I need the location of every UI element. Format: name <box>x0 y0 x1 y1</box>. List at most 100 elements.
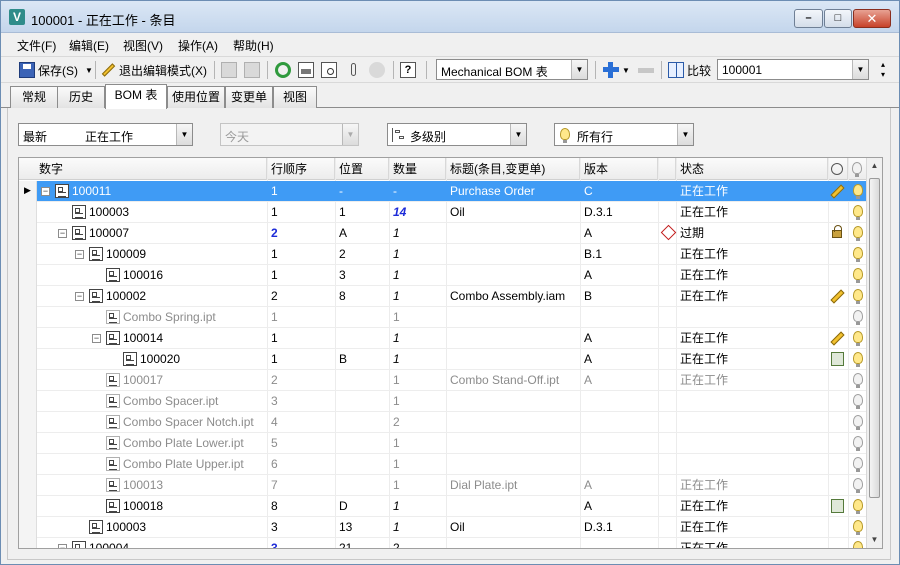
tab-where-used[interactable]: 使用位置 <box>167 86 225 108</box>
bulb-icon[interactable] <box>853 226 863 241</box>
menu-actions[interactable]: 操作(A) <box>178 37 218 54</box>
table-row[interactable]: − 100014 1 1 A 正在工作 <box>19 328 867 349</box>
row-header[interactable] <box>19 265 37 286</box>
collapse-toggle[interactable]: − <box>41 187 50 196</box>
bulb-icon[interactable] <box>853 373 863 388</box>
row-header[interactable] <box>19 328 37 349</box>
collapse-toggle[interactable]: − <box>75 250 84 259</box>
collapse-toggle[interactable]: − <box>92 334 101 343</box>
row-header[interactable] <box>19 307 37 328</box>
table-row[interactable]: − 100002 2 8 1 Combo Assembly.iam B 正在工作 <box>19 286 867 307</box>
table-row[interactable]: 100018 8 D 1 A 正在工作 <box>19 496 867 517</box>
row-header[interactable] <box>19 412 37 433</box>
row-header[interactable] <box>19 286 37 307</box>
row-header[interactable] <box>19 391 37 412</box>
table-row[interactable]: 100013 7 1 Dial Plate.ipt A 正在工作 <box>19 475 867 496</box>
minimize-button[interactable]: – <box>794 9 823 28</box>
table-row[interactable]: ▶ − 100011 1 - - Purchase Order C 正在工作 <box>19 181 867 202</box>
bulb-icon[interactable] <box>853 247 863 262</box>
attach-icon[interactable] <box>346 62 362 78</box>
tab-change-orders[interactable]: 变更单 <box>225 86 273 108</box>
bulb-icon[interactable] <box>853 331 863 346</box>
row-header[interactable] <box>19 223 37 244</box>
edit-pencil-icon[interactable] <box>830 289 845 304</box>
help-icon[interactable]: ? <box>400 62 416 78</box>
tab-history[interactable]: 历史 <box>57 86 105 108</box>
bulb-icon[interactable] <box>853 520 863 535</box>
bulb-icon[interactable] <box>853 415 863 430</box>
table-row[interactable]: Combo Plate Lower.ipt 5 1 <box>19 433 867 454</box>
paste-icon[interactable] <box>244 62 260 78</box>
row-header[interactable] <box>19 244 37 265</box>
row-header[interactable] <box>19 475 37 496</box>
bulb-icon[interactable] <box>853 184 863 199</box>
table-row[interactable]: Combo Plate Upper.ipt 6 1 <box>19 454 867 475</box>
table-row[interactable]: − 100009 1 2 1 B.1 正在工作 <box>19 244 867 265</box>
table-row[interactable]: Combo Spring.ipt 1 1 <box>19 307 867 328</box>
remove-row-icon[interactable] <box>638 68 654 73</box>
menu-file[interactable]: 文件(F) <box>17 37 56 54</box>
chevron-down-icon[interactable]: ▼ <box>571 60 587 79</box>
col-position[interactable]: 位置 <box>335 158 389 180</box>
print-preview-icon[interactable] <box>321 62 337 78</box>
refresh-icon[interactable] <box>275 62 291 78</box>
table-row[interactable]: 100016 1 3 1 A 正在工作 <box>19 265 867 286</box>
bulb-icon[interactable] <box>853 457 863 472</box>
col-bulb-icon[interactable] <box>848 158 867 180</box>
bulb-icon[interactable] <box>853 499 863 514</box>
chevron-down-icon[interactable]: ▼ <box>510 124 526 145</box>
tab-general[interactable]: 常规 <box>10 86 58 108</box>
bom-view-select[interactable]: Mechanical BOM 表 ▼ <box>436 59 588 80</box>
tab-view[interactable]: 视图 <box>273 86 317 108</box>
save-dropdown-icon[interactable]: ▼ <box>85 66 93 75</box>
row-header[interactable] <box>19 454 37 475</box>
edit-pencil-icon[interactable] <box>830 184 845 199</box>
bulb-icon[interactable] <box>853 310 863 325</box>
table-row[interactable]: 100003 3 13 1 Oil D.3.1 正在工作 <box>19 517 867 538</box>
table-row[interactable]: 100003 1 1 14 Oil D.3.1 正在工作 <box>19 202 867 223</box>
scroll-up-icon[interactable]: ▲ <box>867 158 882 174</box>
compare-button[interactable]: 比较 <box>668 60 711 80</box>
table-row[interactable]: 100020 1 B 1 A 正在工作 <box>19 349 867 370</box>
print-icon[interactable] <box>298 62 314 78</box>
save-button[interactable]: 保存(S) ▼ <box>19 60 93 80</box>
table-row[interactable]: − 100007 2 A 1 A 过期 <box>19 223 867 244</box>
edit-pencil-icon[interactable] <box>830 331 845 346</box>
table-row[interactable]: Combo Spacer.ipt 3 1 <box>19 391 867 412</box>
row-header[interactable] <box>19 370 37 391</box>
bulb-icon[interactable] <box>853 289 863 304</box>
levels-filter-select[interactable]: 多级别 ▼ <box>387 123 527 146</box>
col-quantity[interactable]: 数量 <box>389 158 446 180</box>
compare-target-select[interactable]: 100001 ▼ <box>717 59 869 80</box>
rows-filter-select[interactable]: 所有行 ▼ <box>554 123 694 146</box>
row-header[interactable] <box>19 433 37 454</box>
title-bar[interactable]: V 100001 - 正在工作 - 条目 – □ ✕ <box>1 1 899 33</box>
maximize-button[interactable]: □ <box>824 9 852 28</box>
copy-icon[interactable] <box>221 62 237 78</box>
table-row[interactable]: 100017 2 1 Combo Stand-Off.ipt A 正在工作 <box>19 370 867 391</box>
bulb-icon[interactable] <box>853 268 863 283</box>
revision-filter-select[interactable]: 最新 正在工作 ▼ <box>18 123 193 146</box>
scroll-down-icon[interactable]: ▼ <box>867 532 882 548</box>
chevron-down-icon[interactable]: ▼ <box>852 60 868 79</box>
bom-grid[interactable]: 数字 行顺序 位置 数量 标题(条目,变更单) 版本 状态 ▶ − 100011 1 -… <box>18 157 883 549</box>
collapse-toggle[interactable]: − <box>58 544 67 548</box>
linked-document-icon[interactable] <box>831 352 844 366</box>
tab-bom[interactable]: BOM 表 <box>105 84 167 109</box>
add-dropdown-icon[interactable]: ▼ <box>622 66 630 75</box>
scroll-thumb[interactable] <box>869 178 880 498</box>
add-row-button[interactable]: ▼ <box>603 60 630 80</box>
exit-edit-mode-button[interactable]: 退出编辑模式(X) <box>100 60 207 80</box>
collapse-toggle[interactable]: − <box>58 229 67 238</box>
chevron-down-icon[interactable]: ▼ <box>677 124 693 145</box>
bulb-icon[interactable] <box>853 205 863 220</box>
vertical-scrollbar[interactable]: ▲ ▼ <box>866 158 882 548</box>
row-header[interactable] <box>19 538 37 548</box>
row-header[interactable] <box>19 517 37 538</box>
col-title[interactable]: 标题(条目,变更单) <box>446 158 580 180</box>
col-revision[interactable]: 版本 <box>580 158 658 180</box>
collapse-toggle[interactable]: − <box>75 292 84 301</box>
bulb-icon[interactable] <box>853 352 863 367</box>
bulb-icon[interactable] <box>853 541 863 548</box>
toolbar-overflow-icon[interactable]: ▴ ▾ <box>881 60 885 80</box>
